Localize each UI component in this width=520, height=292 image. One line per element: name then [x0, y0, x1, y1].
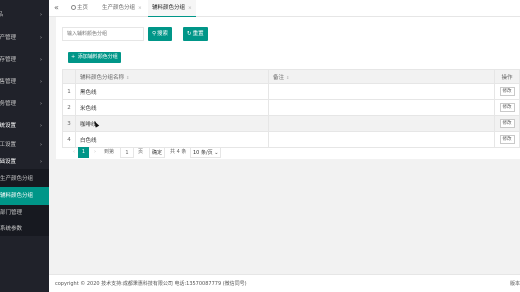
footer-copyright: copyright © 2020 技术支持:成都秉惠科技有限公司 电话:1357…	[55, 281, 247, 287]
chevron-right-icon: ›	[40, 101, 42, 107]
sidebar: 商品› 生产管理› 库存管理› 销售管理› 财务管理› 系统设置› 员工设置› …	[0, 0, 49, 292]
tab-production-color[interactable]: 生产颜色分组 ×	[98, 0, 146, 17]
page-current[interactable]: 1	[78, 147, 89, 158]
table-row[interactable]: 4 白色线 修改	[62, 131, 520, 148]
footer-version: 版本	[509, 281, 520, 287]
goto-confirm-button[interactable]: 确定	[149, 147, 166, 158]
search-input[interactable]	[62, 27, 144, 41]
goto-label: 到第	[104, 149, 115, 155]
header-operation: 操作	[494, 69, 520, 84]
chevron-right-icon: ›	[40, 142, 42, 148]
edit-button[interactable]: 修改	[499, 119, 515, 128]
sidebar-item-5[interactable]: 财务管理›	[0, 95, 49, 113]
row-remark	[268, 83, 495, 100]
collapse-sidebar-icon[interactable]: «	[54, 3, 59, 12]
next-page-icon[interactable]: ›	[91, 147, 99, 158]
add-group-button[interactable]: + 添加辅料颜色分组	[68, 52, 121, 63]
row-name: 米色线	[75, 99, 269, 116]
sidebar-item-4[interactable]: 销售管理›	[0, 73, 49, 91]
sort-icon[interactable]: ⇕	[286, 75, 289, 80]
sidebar-item-1[interactable]: 商品›	[0, 6, 49, 24]
page-unit: 页	[138, 149, 144, 155]
goto-page-input[interactable]: 1	[120, 147, 134, 158]
close-icon[interactable]: ×	[138, 6, 142, 11]
chevron-down-icon: ›	[40, 123, 42, 129]
page-size-select[interactable]: 10 条/页 ⌄	[190, 147, 222, 158]
refresh-icon: ↻	[187, 31, 192, 37]
sidebar-subitem-accessory-color[interactable]: 辅料颜色分组	[0, 187, 49, 205]
row-remark	[268, 131, 495, 148]
sidebar-item-2[interactable]: 生产管理›	[0, 29, 49, 47]
row-op: 修改	[494, 99, 520, 116]
reset-button[interactable]: ↻重置	[183, 27, 208, 41]
footer: copyright © 2020 技术支持:成都秉惠科技有限公司 电话:1357…	[49, 274, 520, 292]
table-row[interactable]: 2 米色线 修改	[62, 99, 520, 116]
row-index: 3	[62, 115, 76, 132]
sidebar-item-staff-settings[interactable]: 员工设置›	[0, 136, 49, 154]
row-remark	[268, 115, 495, 132]
row-name: 咖啡线	[75, 115, 269, 132]
close-icon[interactable]: ×	[188, 6, 192, 11]
data-table: 辅料颜色分组名称 ⇕ 备注 ⇕ 操作 1 黑色线 修改 2 米色线 修改 3 咖…	[62, 69, 520, 148]
row-remark	[268, 99, 495, 116]
table-header: 辅料颜色分组名称 ⇕ 备注 ⇕ 操作	[62, 69, 520, 84]
sort-icon[interactable]: ⇕	[126, 75, 129, 80]
chevron-right-icon: ›	[40, 57, 42, 63]
header-name[interactable]: 辅料颜色分组名称 ⇕	[75, 69, 269, 84]
row-op: 修改	[494, 83, 520, 100]
sidebar-item-3[interactable]: 库存管理›	[0, 51, 49, 69]
table-row[interactable]: 3 咖啡线 修改	[62, 115, 520, 132]
tab-accessory-color[interactable]: 辅料颜色分组 ×	[148, 0, 196, 17]
prev-page-icon[interactable]: ‹	[70, 147, 78, 158]
edit-button[interactable]: 修改	[499, 135, 515, 144]
sidebar-subitem-system-params[interactable]: 系统参数	[0, 220, 49, 238]
chevron-right-icon: ›	[40, 12, 42, 18]
top-tab-bar: « 主页 生产颜色分组 × 辅料颜色分组 ×	[49, 0, 520, 17]
plus-icon: +	[71, 54, 76, 60]
search-button[interactable]: ⚲搜索	[148, 27, 173, 41]
main-content: ⚲搜索 ↻重置 + 添加辅料颜色分组 辅料颜色分组名称⇕ 备注⇕ 操作 1 黑色…	[49, 17, 520, 274]
content-card: ⚲搜索 ↻重置 + 添加辅料颜色分组 辅料颜色分组名称⇕ 备注⇕ 操作 1 黑色…	[56, 17, 520, 159]
total-count: 共 4 条	[170, 149, 187, 155]
edit-button[interactable]: 修改	[499, 103, 515, 112]
sidebar-item-system-settings[interactable]: 系统设置›	[0, 117, 49, 135]
chevron-right-icon: ›	[40, 79, 42, 85]
home-icon	[71, 4, 76, 10]
tab-home[interactable]: 主页	[67, 0, 92, 17]
row-index: 2	[62, 99, 76, 116]
row-index: 1	[62, 83, 76, 100]
sidebar-subitem-production-color[interactable]: 生产颜色分组	[0, 170, 49, 188]
row-name: 白色线	[75, 131, 269, 148]
header-remark[interactable]: 备注 ⇕	[268, 69, 495, 84]
row-index: 4	[62, 131, 76, 148]
row-name: 黑色线	[75, 83, 269, 100]
edit-button[interactable]: 修改	[499, 87, 515, 96]
chevron-right-icon: ›	[40, 35, 42, 41]
row-op: 修改	[494, 115, 520, 132]
row-op: 修改	[494, 131, 520, 148]
header-index	[62, 69, 76, 84]
table-row[interactable]: 1 黑色线 修改	[62, 83, 520, 100]
search-icon: ⚲	[152, 31, 157, 37]
